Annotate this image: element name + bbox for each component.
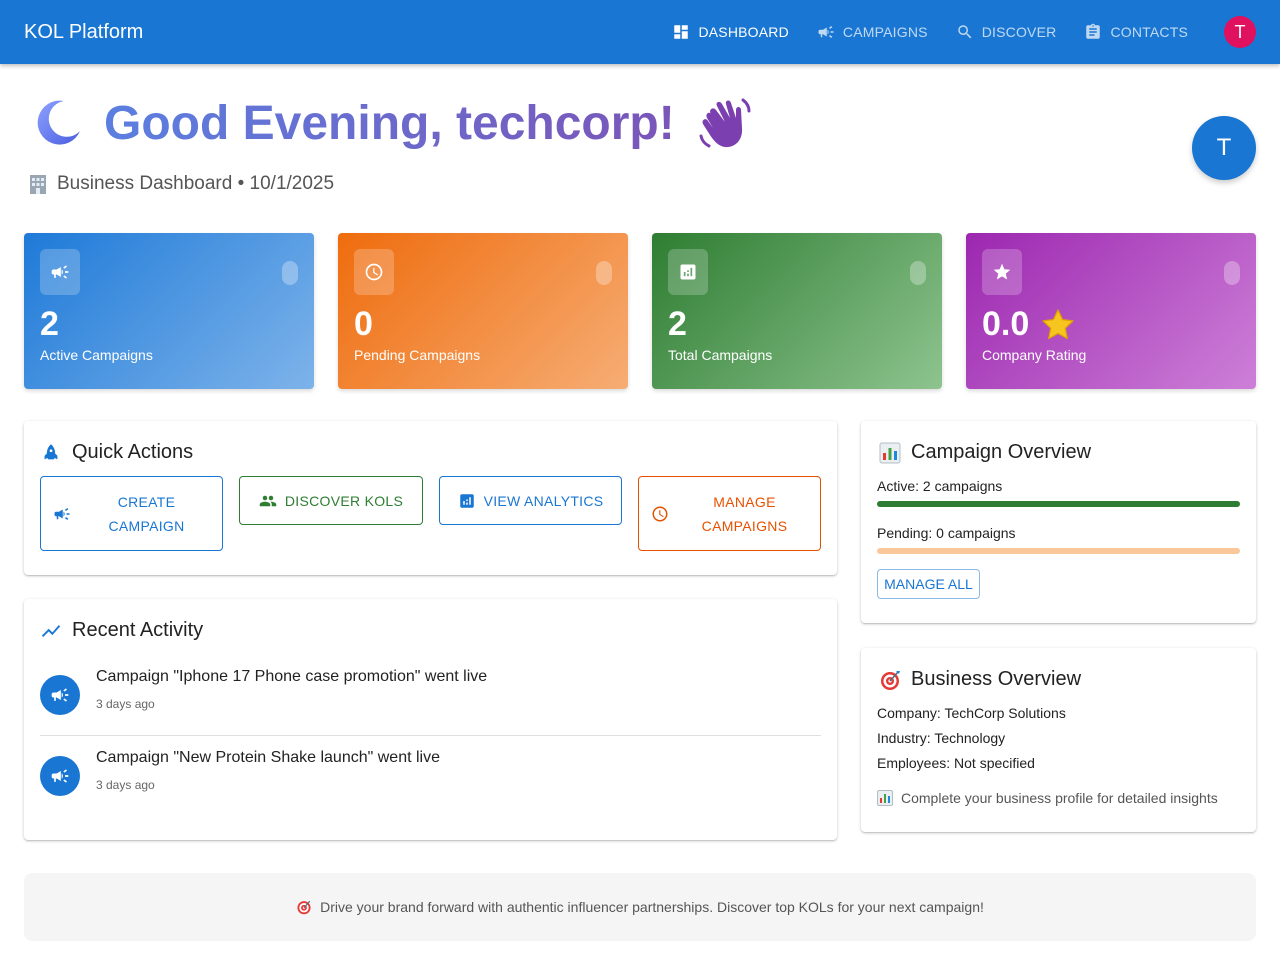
recent-activity-title: Recent Activity	[40, 619, 203, 642]
megaphone-icon	[40, 249, 80, 295]
business-overview-card: Business Overview Company: TechCorp Solu…	[861, 648, 1256, 832]
subtitle-text: Business Dashboard • 10/1/2025	[57, 173, 335, 194]
active-progress-bar	[877, 501, 1240, 507]
quick-actions-title: Quick Actions	[40, 441, 193, 464]
pending-progress-bar	[877, 548, 1240, 554]
stat-label: Company Rating	[982, 347, 1087, 363]
gold-star-icon	[1042, 308, 1074, 339]
nav-campaigns[interactable]: CAMPAIGNS	[803, 14, 942, 50]
office-building-icon	[30, 175, 46, 194]
app-bar: KOL Platform DASHBOARD CAMPAIGNS DISCOVE…	[0, 0, 1280, 64]
campaign-overview-card: Campaign Overview Active: 2 campaigns Pe…	[861, 421, 1256, 623]
button-label: VIEW ANALYTICS	[483, 492, 604, 509]
footer-banner: Drive your brand forward with authentic …	[24, 873, 1256, 941]
clock-icon	[354, 249, 394, 295]
nav-label: DASHBOARD	[698, 24, 789, 40]
industry: Industry: Technology	[877, 730, 1006, 746]
manage-all-button[interactable]: MANAGE ALL	[877, 569, 980, 599]
stat-value: 0	[354, 305, 373, 343]
dashboard-icon	[674, 25, 689, 39]
nav-contacts[interactable]: CONTACTS	[1070, 14, 1202, 50]
card-title-text: Quick Actions	[72, 441, 194, 463]
stat-card-total-campaigns[interactable]: 2 Total Campaigns	[652, 233, 942, 389]
bar-chart-icon	[879, 442, 901, 463]
nav-discover[interactable]: DISCOVER	[942, 14, 1071, 50]
waving-hand-icon	[699, 98, 751, 148]
activity-title: Campaign "New Protein Shake launch" went…	[96, 749, 440, 766]
stat-card-active-campaigns[interactable]: 2 Active Campaigns	[24, 233, 314, 389]
stat-card-pending-campaigns[interactable]: 0 Pending Campaigns	[338, 233, 628, 389]
megaphone-icon	[54, 507, 70, 520]
megaphone-icon	[40, 756, 80, 796]
user-avatar[interactable]: T	[1224, 16, 1256, 48]
megaphone-icon	[818, 26, 834, 38]
rocket-icon	[44, 443, 58, 459]
stat-label: Active Campaigns	[40, 347, 153, 363]
analytics-icon	[459, 493, 474, 508]
brand-title[interactable]: KOL Platform	[24, 21, 658, 44]
analytics-icon	[668, 249, 708, 295]
target-icon	[297, 900, 311, 915]
search-icon	[957, 25, 972, 39]
nav-label: DISCOVER	[981, 24, 1057, 40]
divider	[40, 735, 821, 736]
trending-up-icon	[41, 624, 61, 637]
stat-value: 0.0	[982, 305, 1030, 343]
main-nav: DASHBOARD CAMPAIGNS DISCOVER CONTACTS T	[658, 0, 1256, 64]
manage-campaigns-button[interactable]: MANAGE CAMPAIGNS	[638, 476, 821, 551]
stat-label: Total Campaigns	[668, 347, 773, 363]
quick-actions-card: Quick Actions CREATE CAMPAIGN DISCOVER K…	[24, 421, 837, 575]
star-icon	[982, 249, 1022, 295]
pending-campaigns-label: Pending: 0 campaigns	[877, 525, 1016, 541]
nav-label: CONTACTS	[1110, 24, 1188, 40]
card-indicator	[1224, 261, 1240, 285]
nav-label: CAMPAIGNS	[842, 24, 928, 40]
view-analytics-button[interactable]: VIEW ANALYTICS	[439, 476, 622, 525]
employees: Employees: Not specified	[877, 755, 1035, 771]
button-label: CREATE CAMPAIGN	[108, 493, 185, 534]
card-indicator	[596, 261, 612, 285]
bar-chart-icon	[877, 790, 893, 806]
stat-card-company-rating[interactable]: 0.0 Company Rating	[966, 233, 1256, 389]
company-name: Company: TechCorp Solutions	[877, 705, 1066, 721]
button-label: MANAGE CAMPAIGNS	[701, 493, 788, 534]
active-campaigns-label: Active: 2 campaigns	[877, 478, 1003, 494]
create-campaign-button[interactable]: CREATE CAMPAIGN	[40, 476, 223, 551]
card-title-text: Campaign Overview	[911, 441, 1092, 463]
card-title-text: Business Overview	[911, 668, 1082, 690]
stat-value: 2	[40, 305, 59, 343]
profile-avatar[interactable]: T	[1192, 116, 1256, 180]
people-icon	[259, 495, 277, 506]
stat-label: Pending Campaigns	[354, 347, 481, 363]
activity-time: 3 days ago	[96, 778, 155, 792]
profile-hint: Complete your business profile for detai…	[877, 790, 1218, 806]
page-subtitle: Business Dashboard • 10/1/2025	[28, 173, 334, 195]
business-overview-title: Business Overview	[879, 668, 1081, 691]
clipboard-icon	[1086, 23, 1101, 39]
megaphone-icon	[40, 675, 80, 715]
greeting-header: Good Evening, techcorp!	[30, 94, 753, 152]
target-icon	[881, 670, 900, 690]
moon-icon	[37, 100, 80, 145]
page-title: Good Evening, techcorp!	[104, 96, 675, 150]
activity-time: 3 days ago	[96, 697, 155, 711]
footer-text: Drive your brand forward with authentic …	[320, 899, 984, 915]
nav-dashboard[interactable]: DASHBOARD	[658, 14, 802, 50]
card-indicator	[910, 261, 926, 285]
active-progress-fill	[877, 501, 1240, 507]
card-indicator	[282, 261, 298, 285]
recent-activity-card: Recent Activity Campaign "Iphone 17 Phon…	[24, 599, 837, 840]
stat-value: 2	[668, 305, 687, 343]
card-title-text: Recent Activity	[72, 619, 204, 641]
activity-title: Campaign "Iphone 17 Phone case promotion…	[96, 668, 488, 685]
discover-kols-button[interactable]: DISCOVER KOLS	[239, 476, 423, 525]
hint-text: Complete your business profile for detai…	[901, 790, 1218, 806]
button-label: DISCOVER KOLS	[284, 492, 404, 509]
campaign-overview-title: Campaign Overview	[879, 441, 1091, 464]
clock-icon	[652, 506, 668, 521]
